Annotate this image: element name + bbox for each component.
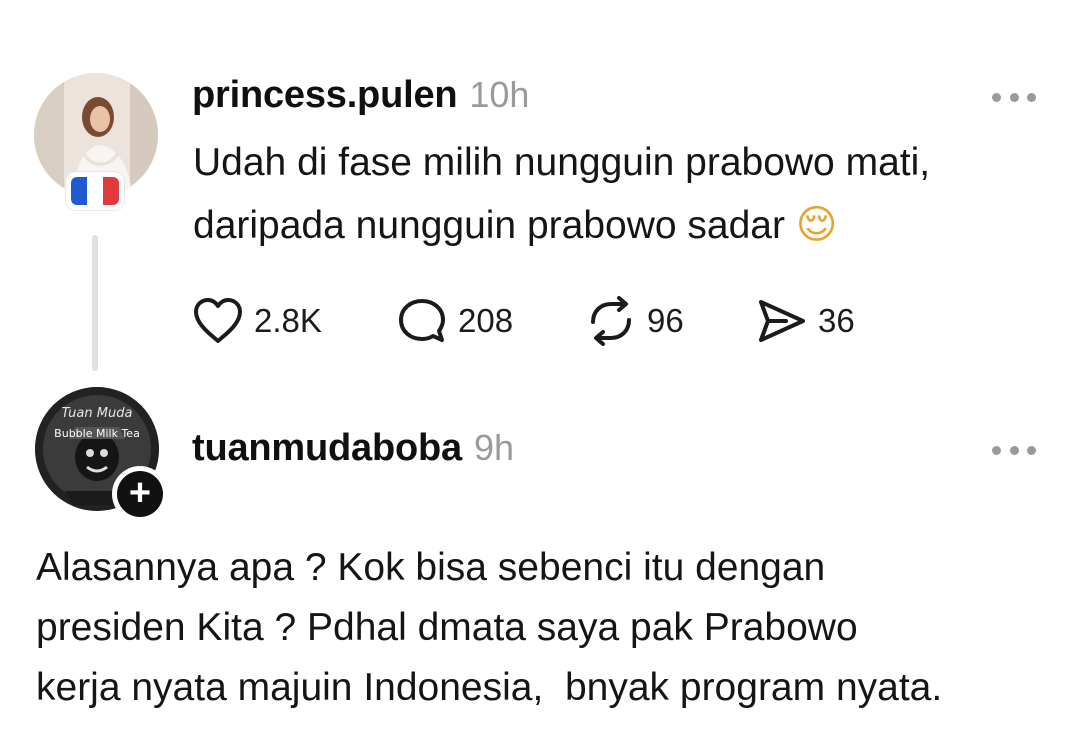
share-button[interactable]: 36 — [756, 296, 855, 346]
heart-icon — [194, 298, 242, 343]
reply-text-line: presiden Kita ? Pdhal dmata saya pak Pra… — [36, 606, 858, 649]
share-count: 36 — [818, 302, 855, 339]
thread-connector-line — [92, 235, 98, 371]
repost-icon — [591, 296, 631, 346]
post-username[interactable]: princess.pulen — [192, 74, 458, 117]
plus-icon: + — [117, 471, 163, 517]
post-text: Udah di fase milih nungguin prabowo mati… — [193, 132, 1053, 257]
like-button[interactable]: 2.8K — [192, 296, 322, 346]
more-options-icon[interactable] — [992, 91, 1036, 103]
avatar-text-mid: Bubble Milk Tea — [54, 427, 140, 440]
reply-time: 9h — [473, 427, 514, 468]
send-icon — [759, 300, 805, 342]
reply-button[interactable]: 208 — [396, 296, 513, 346]
reply-username[interactable]: tuanmudaboba — [192, 427, 462, 470]
like-count: 2.8K — [254, 302, 322, 339]
follow-button[interactable]: + — [112, 466, 168, 522]
post-text-line: daripada nungguin prabowo sadar 😌 — [193, 202, 838, 248]
post-header: princess.pulen 10h — [192, 74, 529, 122]
reply-header: tuanmudaboba 9h — [192, 427, 514, 475]
post-text-line: Udah di fase milih nungguin prabowo mati… — [193, 141, 931, 184]
reply-text-line: Alasannya apa ? Kok bisa sebenci itu den… — [36, 546, 826, 589]
reply-text: Alasannya apa ? Kok bisa sebenci itu den… — [36, 538, 1056, 718]
reply-count: 208 — [458, 302, 514, 339]
france-flag-icon — [66, 172, 124, 210]
more-options-icon[interactable] — [992, 444, 1036, 456]
comment-bubble-icon — [399, 299, 445, 342]
relieved-face-emoji: 😌 — [795, 202, 838, 248]
avatar-text-top: Tuan Muda — [62, 406, 133, 421]
post-time: 10h — [469, 74, 530, 115]
repost-count: 96 — [647, 302, 684, 339]
reply-text-line: kerja nyata majuin Indonesia, bnyak prog… — [36, 666, 943, 709]
repost-button[interactable]: 96 — [585, 296, 684, 346]
